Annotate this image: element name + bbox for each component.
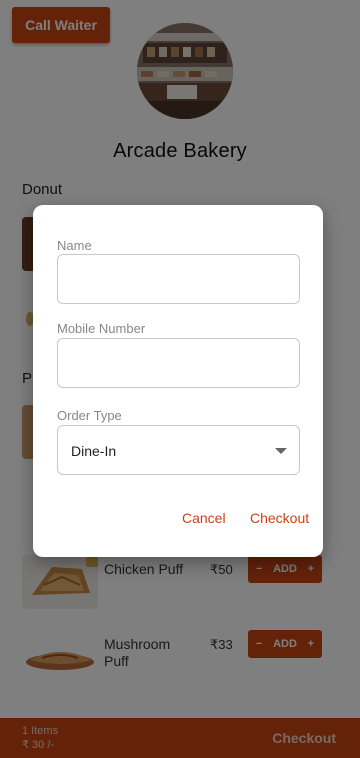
mobile-input[interactable] xyxy=(58,339,299,387)
name-field-box[interactable] xyxy=(57,254,300,304)
checkout-dialog: Name Mobile Number Order Type Dine-In Ca… xyxy=(33,205,323,557)
cancel-button[interactable]: Cancel xyxy=(182,510,226,526)
mobile-field-box[interactable] xyxy=(57,338,300,388)
name-label: Name xyxy=(57,238,92,253)
menu-page: Call Waiter Arcade Bakery Donut P xyxy=(0,0,360,758)
order-type-select[interactable]: Dine-In xyxy=(57,425,300,475)
mobile-label: Mobile Number xyxy=(57,321,146,336)
order-type-label: Order Type xyxy=(57,408,122,423)
name-input[interactable] xyxy=(58,255,299,303)
caret-down-icon[interactable] xyxy=(275,448,287,454)
order-type-value[interactable]: Dine-In xyxy=(71,443,116,459)
checkout-button[interactable]: Checkout xyxy=(250,510,309,526)
